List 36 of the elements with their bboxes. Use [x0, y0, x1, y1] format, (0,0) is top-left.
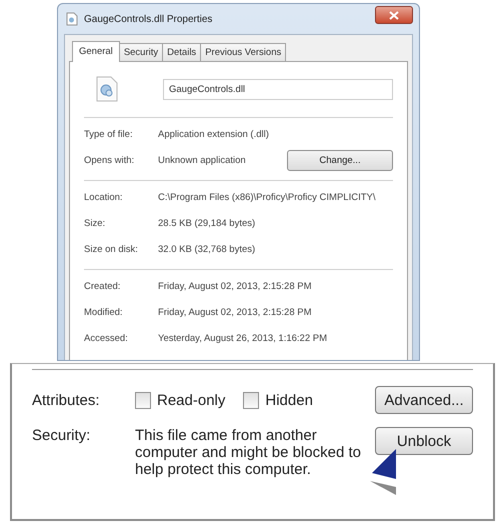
field-value: Friday, August 02, 2013, 2:15:28 PM	[158, 306, 313, 318]
field-value: Application extension (.dll)	[158, 128, 270, 140]
field-value: Friday, August 02, 2013, 2:15:28 PM	[158, 280, 313, 292]
checkbox[interactable]	[135, 392, 151, 408]
checkbox[interactable]	[243, 392, 260, 408]
file-icon	[66, 12, 78, 26]
field-label: Opens with:	[84, 154, 136, 166]
field-label: Location:	[84, 192, 124, 202]
security-message: This file came from another computer and might be blocked to help protect this computer.	[135, 427, 362, 478]
change-button[interactable]: Change...	[287, 150, 393, 170]
tab[interactable]: Details	[162, 43, 202, 61]
field-label: Size on disk:	[84, 244, 139, 254]
attributes-label: Attributes:	[32, 392, 101, 408]
security-label: Security:	[32, 427, 92, 444]
file-name-field[interactable]: GaugeControls.dll	[163, 78, 393, 100]
field-label: Created:	[84, 280, 122, 292]
field-label: Accessed:	[84, 332, 129, 344]
tab[interactable]: Security	[118, 43, 164, 61]
field-value: Unknown application	[158, 154, 247, 166]
field-label: Size:	[84, 218, 106, 228]
tab[interactable]: General	[72, 41, 120, 62]
file-icon	[96, 76, 118, 102]
window-title: GaugeControls.dll Properties	[84, 14, 214, 24]
checkbox-label: Read-only	[157, 392, 226, 408]
tab[interactable]: Previous Versions	[200, 43, 286, 61]
field-value: 28.5 KB (29,184 bytes)	[158, 218, 256, 228]
close-icon	[389, 10, 399, 20]
checkbox-label: Hidden	[265, 392, 313, 408]
field-value: C:\Program Files (x86)\Proficy\Proficy CIMPLICITY\	[158, 192, 376, 202]
unblock-button[interactable]: Unblock	[375, 427, 473, 455]
field-label: Modified:	[84, 306, 124, 318]
field-value: Yesterday, August 26, 2013, 1:16:22 PM	[158, 332, 328, 344]
advanced-button[interactable]: Advanced...	[375, 386, 473, 414]
field-value: 32.0 KB (32,768 bytes)	[158, 244, 256, 254]
close-button[interactable]	[375, 6, 413, 24]
field-label: Type of file:	[84, 128, 134, 140]
